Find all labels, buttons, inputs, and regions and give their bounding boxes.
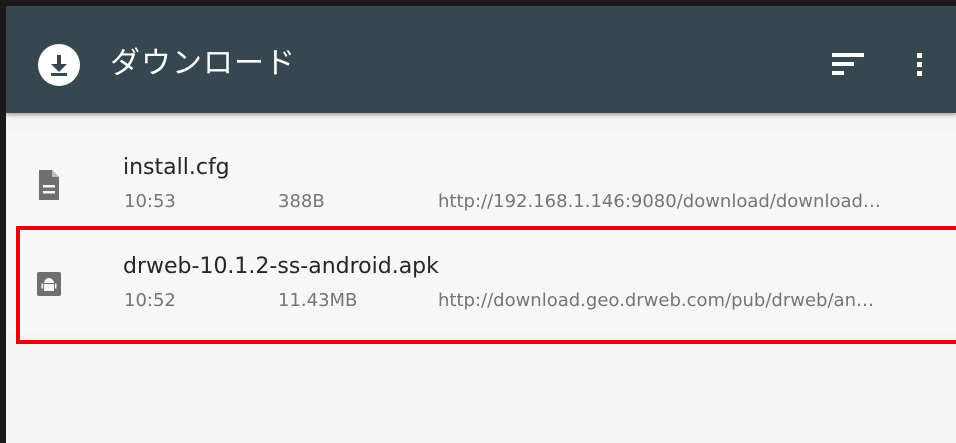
more-options-button[interactable] xyxy=(906,44,932,84)
app-bar: ダウンロード xyxy=(6,6,956,113)
file-name: install.cfg xyxy=(123,155,230,180)
page-title: ダウンロード xyxy=(110,46,296,81)
download-item-drweb-apk[interactable]: drweb-10.1.2-ss-android.apk 10:52 11.43M… xyxy=(6,230,956,334)
download-item-install-cfg[interactable]: install.cfg 10:53 388B http://192.168.1.… xyxy=(6,131,956,237)
more-vert-icon xyxy=(917,53,922,76)
android-icon xyxy=(37,272,61,296)
download-url: http://download.geo.drweb.com/pub/drweb/… xyxy=(438,290,874,311)
download-time: 10:53 xyxy=(124,191,176,212)
file-size: 11.43MB xyxy=(278,290,358,311)
file-size: 388B xyxy=(278,191,325,212)
download-time: 10:52 xyxy=(124,290,176,311)
download-icon xyxy=(38,44,80,86)
download-url: http://192.168.1.146:9080/download/downl… xyxy=(438,191,881,212)
sort-icon xyxy=(832,53,864,75)
file-name: drweb-10.1.2-ss-android.apk xyxy=(123,254,439,279)
document-icon xyxy=(39,170,59,200)
sort-button[interactable] xyxy=(832,44,878,84)
